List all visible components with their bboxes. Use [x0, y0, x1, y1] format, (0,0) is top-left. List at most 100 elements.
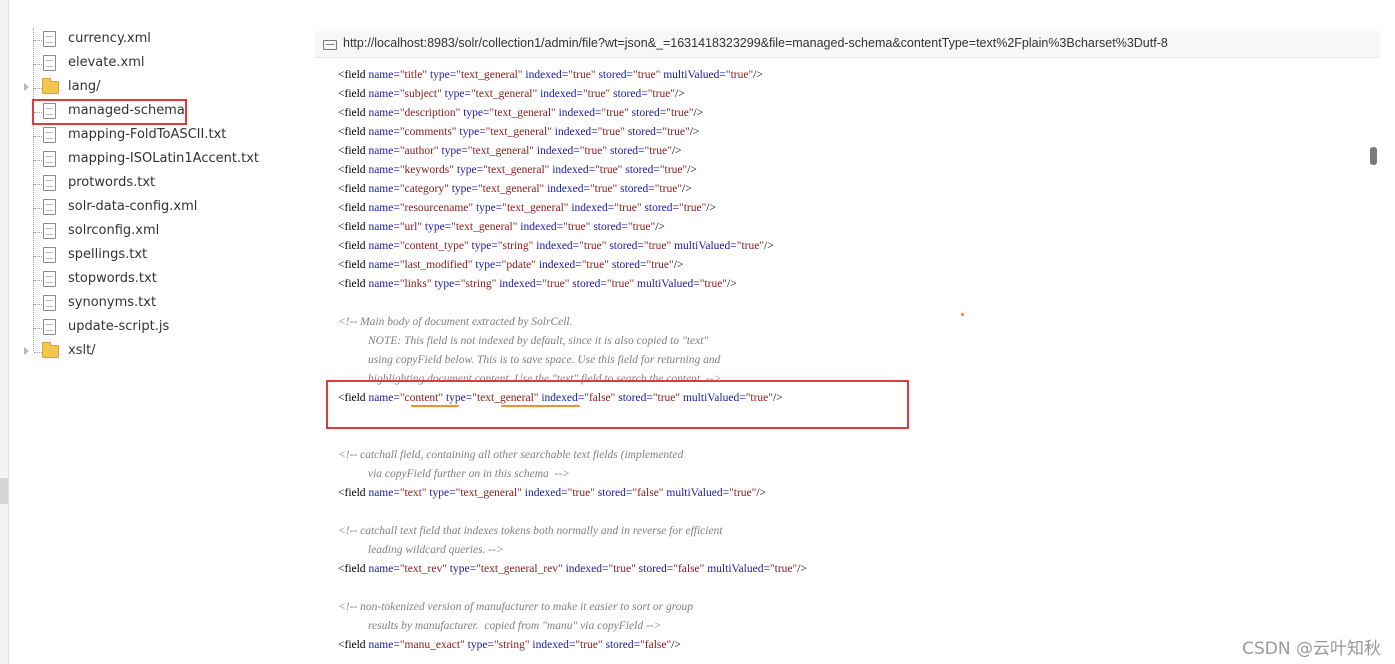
- attr-name: name=: [368, 487, 400, 499]
- tree-item-mapping-isolatin1accent-txt[interactable]: mapping-ISOLatin1Accent.txt: [22, 148, 302, 172]
- attr-value: "content_type": [399, 240, 469, 252]
- attr-name: indexed=: [571, 202, 615, 214]
- schema-comment-line: using copyField below. This is to save s…: [368, 354, 721, 366]
- attr-name: indexed=: [540, 88, 583, 100]
- attr-value: "true": [654, 183, 683, 195]
- schema-field-line: <field name="content_type" type="string"…: [338, 237, 774, 256]
- attr-name: indexed=: [536, 240, 580, 252]
- tree-item-label[interactable]: lang/: [68, 79, 100, 94]
- tag-open: <field: [338, 487, 366, 499]
- tree-item-update-script-js[interactable]: update-script.js: [22, 316, 302, 340]
- tag-open: <field: [338, 69, 366, 81]
- file-icon: [43, 247, 56, 263]
- schema-comment-line: <!-- catchall field, containing all othe…: [338, 449, 684, 461]
- attr-name: indexed=: [536, 145, 580, 157]
- tree-item-xslt[interactable]: xslt/: [22, 340, 302, 364]
- attr-name: type=: [429, 69, 457, 81]
- schema-comment-line: <!-- catchall text field that indexes to…: [338, 525, 723, 537]
- tag-open: <field: [338, 107, 366, 119]
- tree-item-label[interactable]: solrconfig.xml: [68, 223, 159, 238]
- attr-value: "text_general": [483, 164, 550, 176]
- tree-item-label[interactable]: xslt/: [68, 343, 96, 358]
- file-icon: [43, 175, 56, 191]
- schema-field-line: <field name="manu_exact" type="string" i…: [338, 636, 681, 655]
- file-url-bar[interactable]: http://localhost:8983/solr/collection1/a…: [315, 31, 1380, 58]
- attr-value: "string": [497, 240, 534, 252]
- tree-item-label[interactable]: mapping-FoldToASCII.txt: [68, 127, 226, 142]
- tree-item-label[interactable]: spellings.txt: [68, 247, 147, 262]
- tag-open: <field: [338, 563, 366, 575]
- attr-value: "true": [606, 278, 635, 290]
- attr-value: "true": [643, 240, 672, 252]
- attr-value: "links": [399, 278, 432, 290]
- schema-field-line: <field name="subject" type="text_general…: [338, 85, 685, 104]
- scrollbar-thumb[interactable]: [1370, 147, 1377, 165]
- tree-item-label[interactable]: elevate.xml: [68, 55, 144, 70]
- schema-field-line: <field name="last_modified" type="pdate"…: [338, 256, 683, 275]
- attr-value: "text_general": [489, 107, 556, 119]
- attr-name: indexed=: [538, 259, 582, 271]
- tag-close: />: [693, 107, 704, 119]
- tree-item-label[interactable]: update-script.js: [68, 319, 169, 334]
- expand-arrow-icon[interactable]: [24, 347, 29, 355]
- tree-item-currency-xml[interactable]: currency.xml: [22, 28, 302, 52]
- folder-icon: [42, 342, 59, 358]
- tree-item-spellings-txt[interactable]: spellings.txt: [22, 244, 302, 268]
- tag-open: <field: [338, 145, 366, 157]
- attr-value: "true": [729, 487, 757, 499]
- attr-name: stored=: [609, 240, 644, 252]
- attr-name: indexed=: [532, 639, 576, 651]
- tree-item-lang[interactable]: lang/: [22, 76, 302, 100]
- attr-value: "false": [673, 563, 705, 575]
- attr-value: "true": [563, 221, 591, 233]
- attr-name: name=: [368, 202, 400, 214]
- attr-name: type=: [456, 164, 484, 176]
- left-edge-strip: [0, 0, 9, 664]
- attr-name: multiValued=: [666, 487, 730, 499]
- attr-name: name=: [368, 563, 400, 575]
- tree-item-label[interactable]: stopwords.txt: [68, 271, 157, 286]
- tree-item-label[interactable]: protwords.txt: [68, 175, 155, 190]
- attr-value: "text_general": [455, 487, 522, 499]
- attr-name: stored=: [620, 183, 655, 195]
- attr-name: name=: [368, 107, 400, 119]
- tag-open: <field: [338, 164, 366, 176]
- file-icon: [43, 295, 56, 311]
- tag-open: <field: [338, 259, 366, 271]
- expand-arrow-icon[interactable]: [24, 83, 29, 91]
- tree-item-stopwords-txt[interactable]: stopwords.txt: [22, 268, 302, 292]
- attr-name: stored=: [593, 221, 628, 233]
- attr-name: stored=: [631, 107, 667, 119]
- schema-comment-line: leading wildcard queries. -->: [368, 544, 504, 556]
- tree-item-label[interactable]: currency.xml: [68, 31, 151, 46]
- attr-value: "true": [633, 69, 661, 81]
- attr-name: multiValued=: [707, 563, 770, 575]
- splitter-handle[interactable]: [0, 478, 8, 504]
- attr-name: stored=: [597, 487, 633, 499]
- tag-open: <field: [338, 639, 366, 651]
- tag-open: <field: [338, 202, 366, 214]
- tag-open: <field: [338, 278, 366, 290]
- tree-item-mapping-foldtoascii-txt[interactable]: mapping-FoldToASCII.txt: [22, 124, 302, 148]
- attr-value: "true": [647, 88, 675, 100]
- attr-name: stored=: [611, 259, 647, 271]
- tree-item-label[interactable]: mapping-ISOLatin1Accent.txt: [68, 151, 259, 166]
- tree-item-protwords-txt[interactable]: protwords.txt: [22, 172, 302, 196]
- tree-item-elevate-xml[interactable]: elevate.xml: [22, 52, 302, 76]
- attr-value: "category": [399, 183, 449, 195]
- tree-item-solrconfig-xml[interactable]: solrconfig.xml: [22, 220, 302, 244]
- tree-item-label[interactable]: solr-data-config.xml: [68, 199, 197, 214]
- attr-name: multiValued=: [674, 240, 737, 252]
- tag-open: <field: [338, 240, 366, 252]
- attr-name: name=: [368, 145, 400, 157]
- attr-value: "text_general": [470, 88, 538, 100]
- attr-value: "true": [581, 259, 609, 271]
- tree-item-synonyms-txt[interactable]: synonyms.txt: [22, 292, 302, 316]
- attr-name: stored=: [627, 126, 663, 138]
- attr-name: name=: [368, 240, 400, 252]
- tree-item-label[interactable]: synonyms.txt: [68, 295, 156, 310]
- file-url-text[interactable]: http://localhost:8983/solr/collection1/a…: [343, 36, 1168, 50]
- attr-value: "true": [662, 126, 690, 138]
- tree-item-solr-data-config-xml[interactable]: solr-data-config.xml: [22, 196, 302, 220]
- attr-name: stored=: [609, 145, 645, 157]
